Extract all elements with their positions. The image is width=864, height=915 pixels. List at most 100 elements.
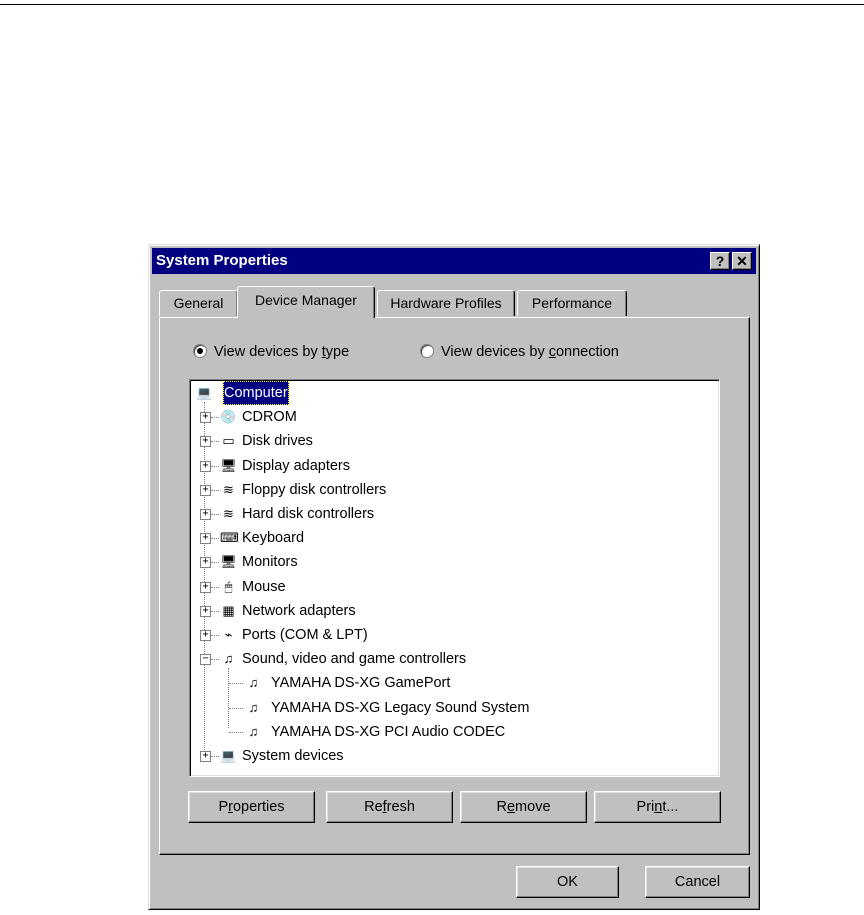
- close-button[interactable]: ✕: [732, 252, 752, 270]
- tree-item-label: Hard disk controllers: [242, 506, 375, 522]
- disk-drive-icon: ▭: [222, 433, 235, 449]
- expand-icon[interactable]: +: [200, 581, 211, 593]
- tree-connector: [211, 465, 219, 467]
- radio-button[interactable]: [420, 344, 434, 358]
- cancel-button[interactable]: Cancel: [645, 866, 750, 898]
- expand-icon[interactable]: +: [200, 460, 211, 472]
- button-label-post: t...: [662, 799, 679, 815]
- expand-icon[interactable]: +: [200, 509, 211, 520]
- radio-label-pre: View devices by: [214, 344, 322, 360]
- tree-item-label: Computer: [223, 381, 289, 405]
- tree-connector: [204, 402, 205, 754]
- cdrom-icon: 💿: [220, 409, 237, 425]
- expand-icon[interactable]: +: [200, 630, 211, 641]
- expand-icon[interactable]: +: [200, 412, 211, 424]
- cancel-label: Cancel: [674, 874, 721, 890]
- port-icon: ⌁: [224, 627, 233, 642]
- sound-device-icon: ♫: [248, 675, 259, 691]
- button-label-pre: Re: [364, 799, 383, 815]
- help-button[interactable]: ?: [710, 252, 730, 270]
- expand-icon[interactable]: +: [200, 436, 211, 448]
- expand-icon[interactable]: +: [200, 484, 211, 496]
- tab-hardware-profiles[interactable]: Hardware Profiles: [377, 290, 515, 316]
- radio-label-post: ype: [325, 344, 350, 360]
- radio-button[interactable]: [193, 344, 207, 358]
- button-label-pre: R: [496, 799, 507, 815]
- tree-connector: [211, 441, 219, 443]
- tree-item-label: Floppy disk controllers: [242, 481, 387, 498]
- tab-label: General: [173, 295, 224, 311]
- tree-connector: [211, 489, 219, 491]
- device-manager-panel: View devices by type View devices by con…: [159, 317, 750, 855]
- tab-label: Hardware Profiles: [390, 295, 502, 311]
- sound-device-icon: ♫: [248, 723, 259, 739]
- tree-item-label: Network adapters: [242, 602, 356, 619]
- title-bar[interactable]: System Properties ? ✕: [152, 248, 756, 274]
- radio-selected-dot: [197, 348, 203, 354]
- tree-connector: [211, 610, 219, 612]
- tree-connector: [211, 538, 219, 540]
- expand-icon[interactable]: +: [200, 605, 211, 617]
- tree-connector: [228, 668, 229, 728]
- window-title: System Properties: [156, 252, 288, 269]
- hard-disk-controller-icon: ≋: [223, 506, 234, 521]
- ok-button[interactable]: OK: [516, 866, 619, 898]
- button-label-key: e: [506, 799, 516, 815]
- collapse-icon[interactable]: −: [200, 654, 211, 666]
- button-label-post: resh: [386, 799, 415, 815]
- tab-general[interactable]: General: [159, 290, 238, 316]
- tree-item-label: Display adapters: [242, 457, 350, 474]
- view-by-type-radio[interactable]: View devices by type: [193, 344, 349, 364]
- device-tree[interactable]: 💻 Computer + 💿 CDROM + ▭ Disk drives + 🖥 Display…: [189, 379, 720, 777]
- tree-item-label: Sound, video and game controllers: [242, 651, 467, 668]
- tree-item-label: Keyboard: [242, 530, 305, 547]
- tab-label: Performance: [531, 295, 613, 311]
- floppy-controller-icon: ≋: [223, 481, 234, 497]
- expand-icon[interactable]: +: [200, 751, 211, 762]
- expand-icon[interactable]: +: [200, 533, 211, 545]
- sound-controller-icon: ♫: [223, 651, 234, 667]
- tab-label: Device Manager: [255, 292, 357, 308]
- tree-connector: [229, 731, 243, 733]
- expand-icon[interactable]: +: [200, 557, 211, 569]
- tree-connector: [211, 562, 219, 564]
- radio-label-key: c: [548, 344, 556, 360]
- computer-icon: 💻: [196, 385, 213, 400]
- tree-item-label: Mouse: [242, 578, 286, 595]
- remove-button[interactable]: Remove: [460, 791, 587, 823]
- view-by-connection-radio[interactable]: View devices by connection: [420, 344, 619, 364]
- tree-item-label: Monitors: [242, 554, 298, 571]
- tree-item-label: YAMAHA DS-XG PCI Audio CODEC: [271, 723, 506, 740]
- tree-item-label: Ports (COM & LPT): [242, 627, 368, 643]
- print-button[interactable]: Print...: [594, 791, 721, 823]
- properties-button[interactable]: Properties: [188, 791, 315, 823]
- button-label-post: operties: [232, 799, 285, 815]
- tree-item-label: YAMAHA DS-XG Legacy Sound System: [271, 699, 530, 716]
- ok-label: OK: [557, 874, 578, 890]
- refresh-button[interactable]: Refresh: [326, 791, 453, 823]
- tab-device-manager[interactable]: Device Manager: [237, 286, 375, 318]
- tree-item-label: System devices: [242, 748, 344, 764]
- tree-connector: [229, 683, 243, 685]
- tree-connector: [211, 586, 219, 588]
- system-properties-window: System Properties ? ✕ General Device Man…: [148, 244, 760, 910]
- button-label-post: move: [515, 799, 551, 815]
- keyboard-icon: ⌨: [220, 530, 239, 546]
- sound-device-icon: ♫: [248, 699, 259, 715]
- network-adapter-icon: ▦: [222, 602, 235, 618]
- tree-connector: [211, 635, 219, 636]
- tree-connector: [211, 756, 219, 757]
- radio-label-post: onnection: [555, 344, 619, 360]
- radio-label-pre: View devices by: [441, 344, 549, 360]
- top-rule: [0, 4, 864, 5]
- mouse-icon: 🖱: [224, 578, 233, 594]
- tree-item-label: YAMAHA DS-XG GamePort: [271, 675, 451, 692]
- tree-connector: [211, 659, 219, 661]
- tree-connector: [211, 417, 219, 419]
- tab-performance[interactable]: Performance: [517, 290, 627, 316]
- monitor-icon: 🖥: [220, 554, 237, 570]
- button-label-pre: Pri: [636, 799, 655, 815]
- tree-connector: [211, 514, 219, 515]
- tree-item-label: CDROM: [242, 409, 297, 426]
- button-label-pre: P: [218, 799, 229, 815]
